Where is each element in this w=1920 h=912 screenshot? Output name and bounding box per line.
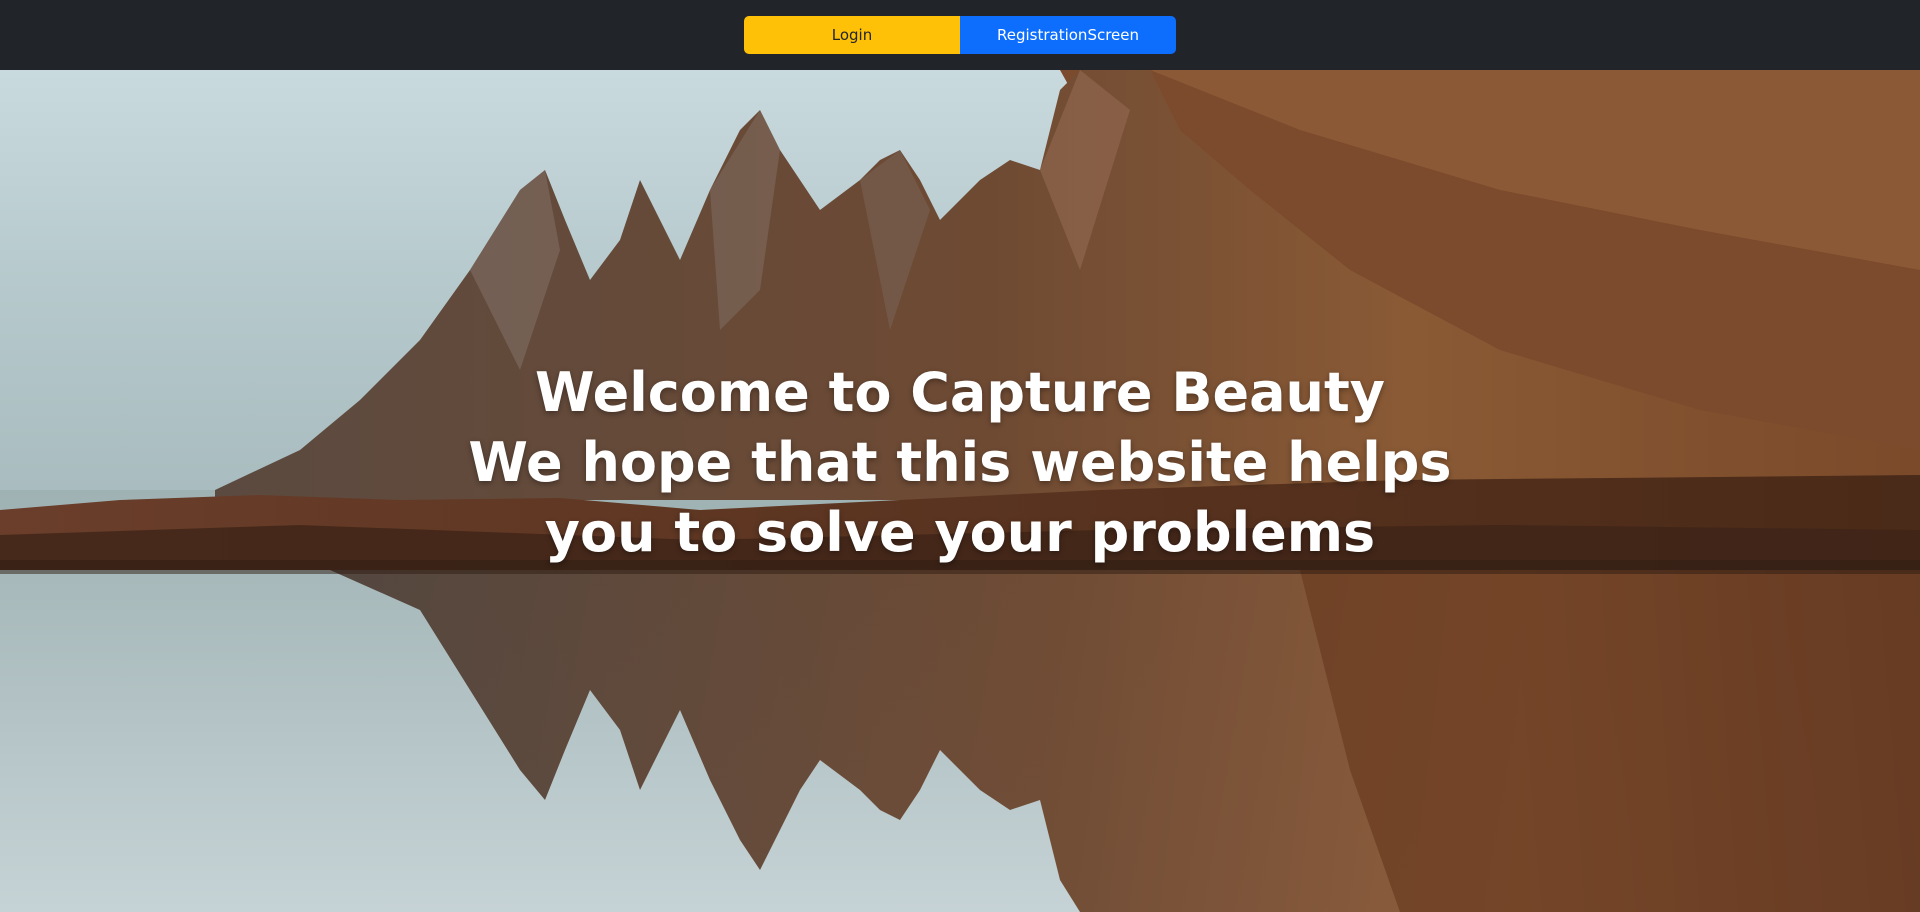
- hero-line-3: you to solve your problems: [544, 501, 1376, 564]
- login-button[interactable]: Login: [744, 16, 960, 54]
- hero-line-2: We hope that this website helps: [468, 431, 1452, 494]
- hero-line-1: Welcome to Capture Beauty: [535, 361, 1385, 424]
- registration-button[interactable]: RegistrationScreen: [960, 16, 1176, 54]
- nav-button-group: Login RegistrationScreen: [744, 16, 1176, 54]
- hero-section: Welcome to Capture Beauty We hope that t…: [0, 70, 1920, 912]
- top-navbar: Login RegistrationScreen: [0, 0, 1920, 70]
- hero-heading: Welcome to Capture Beauty We hope that t…: [0, 358, 1920, 568]
